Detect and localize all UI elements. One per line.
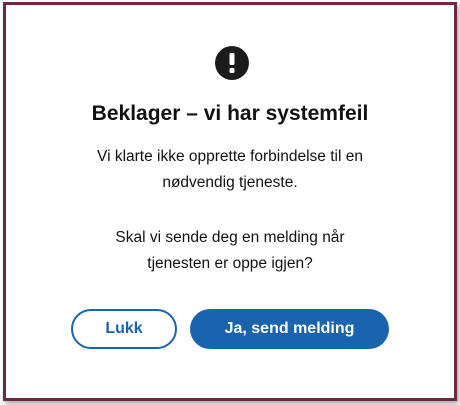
- dialog-title: Beklager – vi har systemfeil: [91, 102, 369, 125]
- error-message-line: Vi klarte ikke opprette forbindelse til …: [97, 148, 363, 165]
- error-message: Vi klarte ikke opprette forbindelse til …: [0, 144, 460, 196]
- notify-question-line: Skal vi sende deg en melding når: [115, 229, 345, 246]
- notify-question: Skal vi sende deg en melding når tjenest…: [0, 225, 460, 277]
- send-notification-button[interactable]: Ja, send melding: [190, 309, 389, 349]
- exclamation-icon: [215, 46, 249, 80]
- error-message-line: nødvendig tjeneste.: [162, 174, 298, 191]
- notify-question-line: tjenesten er oppe igjen?: [147, 255, 313, 272]
- close-button[interactable]: Lukk: [71, 309, 177, 349]
